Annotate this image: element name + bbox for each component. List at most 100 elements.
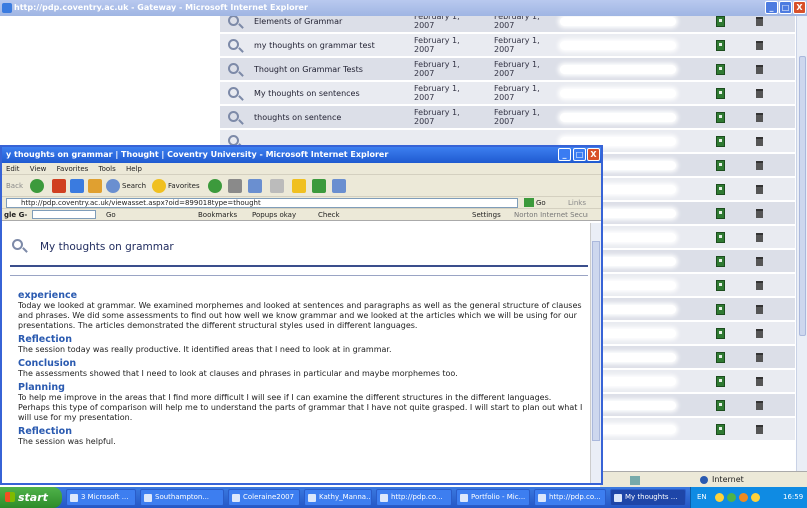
edit-icon[interactable]	[716, 256, 725, 267]
edit-page-icon[interactable]	[270, 179, 284, 193]
taskbar-button[interactable]: http://pdp.co...	[534, 489, 606, 506]
magnifier-icon[interactable]	[228, 111, 239, 122]
menu-tools[interactable]: Tools	[99, 165, 116, 173]
stop-icon[interactable]	[52, 179, 66, 193]
history-icon[interactable]	[208, 179, 222, 193]
back-label[interactable]: Back	[6, 182, 23, 190]
close-button[interactable]: X	[587, 148, 600, 161]
home-icon[interactable]	[88, 179, 102, 193]
asset-title[interactable]: my thoughts on grammar test	[254, 41, 375, 50]
asset-title[interactable]: thoughts on sentence	[254, 113, 341, 122]
check-button[interactable]: Check	[318, 211, 340, 219]
delete-icon[interactable]	[756, 161, 763, 170]
scrollbar-thumb[interactable]	[799, 56, 806, 336]
edit-icon[interactable]	[716, 40, 725, 51]
bookmarks-button[interactable]: Bookmarks	[198, 211, 237, 219]
maximize-button[interactable]: □	[779, 1, 792, 14]
messenger-icon[interactable]	[332, 179, 346, 193]
minimize-button[interactable]: _	[558, 148, 571, 161]
refresh-icon[interactable]	[70, 179, 84, 193]
delete-icon[interactable]	[756, 281, 763, 290]
favorites-label[interactable]: Favorites	[168, 182, 200, 190]
delete-icon[interactable]	[756, 329, 763, 338]
table-row[interactable]: my thoughts on grammar test February 1, …	[220, 34, 795, 58]
edit-icon[interactable]	[716, 208, 725, 219]
folder-icon[interactable]	[292, 179, 306, 193]
asset-title[interactable]: My thoughts on sentences	[254, 89, 360, 98]
close-button[interactable]: X	[793, 1, 806, 14]
menu-favorites[interactable]: Favorites	[57, 165, 89, 173]
google-go-button[interactable]: Go	[106, 211, 116, 219]
delete-icon[interactable]	[756, 377, 763, 386]
asset-title[interactable]: Elements of Grammar	[254, 17, 342, 26]
edit-icon[interactable]	[716, 328, 725, 339]
go-icon[interactable]	[524, 198, 534, 207]
tray-icon[interactable]	[715, 493, 724, 502]
edit-icon[interactable]	[716, 424, 725, 435]
popups-button[interactable]: Popups okay	[252, 211, 296, 219]
edit-icon[interactable]	[716, 184, 725, 195]
magnifier-icon[interactable]	[228, 39, 239, 50]
delete-icon[interactable]	[756, 65, 763, 74]
magnifier-icon[interactable]	[228, 87, 239, 98]
table-row[interactable]: thoughts on sentence February 1, 2007 Fe…	[220, 106, 795, 130]
edit-icon[interactable]	[716, 232, 725, 243]
delete-icon[interactable]	[756, 209, 763, 218]
taskbar-button[interactable]: My thoughts ...	[610, 489, 686, 506]
mail-icon[interactable]	[228, 179, 242, 193]
maximize-button[interactable]: □	[573, 148, 586, 161]
norton-label[interactable]: Norton Internet Security	[514, 211, 588, 219]
edit-icon[interactable]	[716, 136, 725, 147]
search-icon[interactable]	[106, 179, 120, 193]
delete-icon[interactable]	[756, 233, 763, 242]
print-icon[interactable]	[248, 179, 262, 193]
address-input[interactable]: http://pdp.coventry.ac.uk/viewasset.aspx…	[6, 198, 518, 208]
foreground-titlebar[interactable]: y thoughts on grammar | Thought | Covent…	[2, 147, 601, 163]
delete-icon[interactable]	[756, 353, 763, 362]
table-row[interactable]: My thoughts on sentences February 1, 200…	[220, 82, 795, 106]
taskbar-button[interactable]: Portfolio - Mic...	[456, 489, 530, 506]
taskbar-button[interactable]: Coleraine2007	[228, 489, 300, 506]
favorites-icon[interactable]	[152, 179, 166, 193]
edit-icon[interactable]	[716, 376, 725, 387]
taskbar-button[interactable]: 3 Microsoft ...	[66, 489, 136, 506]
foreground-ie-window[interactable]: y thoughts on grammar | Thought | Covent…	[0, 145, 603, 485]
magnifier-icon[interactable]	[228, 63, 239, 74]
go-label[interactable]: Go	[536, 199, 546, 207]
minimize-button[interactable]: _	[765, 1, 778, 14]
forward-icon[interactable]	[30, 179, 44, 193]
edit-icon[interactable]	[716, 400, 725, 411]
menu-edit[interactable]: Edit	[6, 165, 20, 173]
table-row[interactable]: Thought on Grammar Tests February 1, 200…	[220, 58, 795, 82]
edit-icon[interactable]	[716, 352, 725, 363]
tray-icon[interactable]	[727, 493, 736, 502]
edit-icon[interactable]	[716, 16, 725, 27]
delete-icon[interactable]	[756, 401, 763, 410]
edit-icon[interactable]	[716, 112, 725, 123]
delete-icon[interactable]	[756, 41, 763, 50]
delete-icon[interactable]	[756, 305, 763, 314]
google-search-input[interactable]	[32, 210, 96, 219]
tray-icon[interactable]	[751, 493, 760, 502]
delete-icon[interactable]	[756, 89, 763, 98]
delete-icon[interactable]	[756, 185, 763, 194]
delete-icon[interactable]	[756, 137, 763, 146]
settings-button[interactable]: Settings	[472, 211, 501, 219]
taskbar-button[interactable]: Southampton...	[140, 489, 224, 506]
language-indicator[interactable]: EN	[697, 487, 707, 508]
page-scrollbar[interactable]	[590, 223, 601, 483]
taskbar-button[interactable]: http://pdp.co...	[376, 489, 452, 506]
links-label[interactable]: Links	[568, 199, 586, 207]
taskbar-button[interactable]: Kathy_Manna...	[304, 489, 372, 506]
background-window-titlebar[interactable]: http://pdp.coventry.ac.uk - Gateway - Mi…	[0, 0, 807, 16]
search-label[interactable]: Search	[122, 182, 146, 190]
edit-icon[interactable]	[716, 160, 725, 171]
start-button[interactable]: start	[0, 487, 62, 508]
delete-icon[interactable]	[756, 257, 763, 266]
edit-icon[interactable]	[716, 64, 725, 75]
edit-icon[interactable]	[716, 304, 725, 315]
delete-icon[interactable]	[756, 17, 763, 26]
menu-help[interactable]: Help	[126, 165, 142, 173]
tray-icon[interactable]	[739, 493, 748, 502]
menu-view[interactable]: View	[30, 165, 47, 173]
